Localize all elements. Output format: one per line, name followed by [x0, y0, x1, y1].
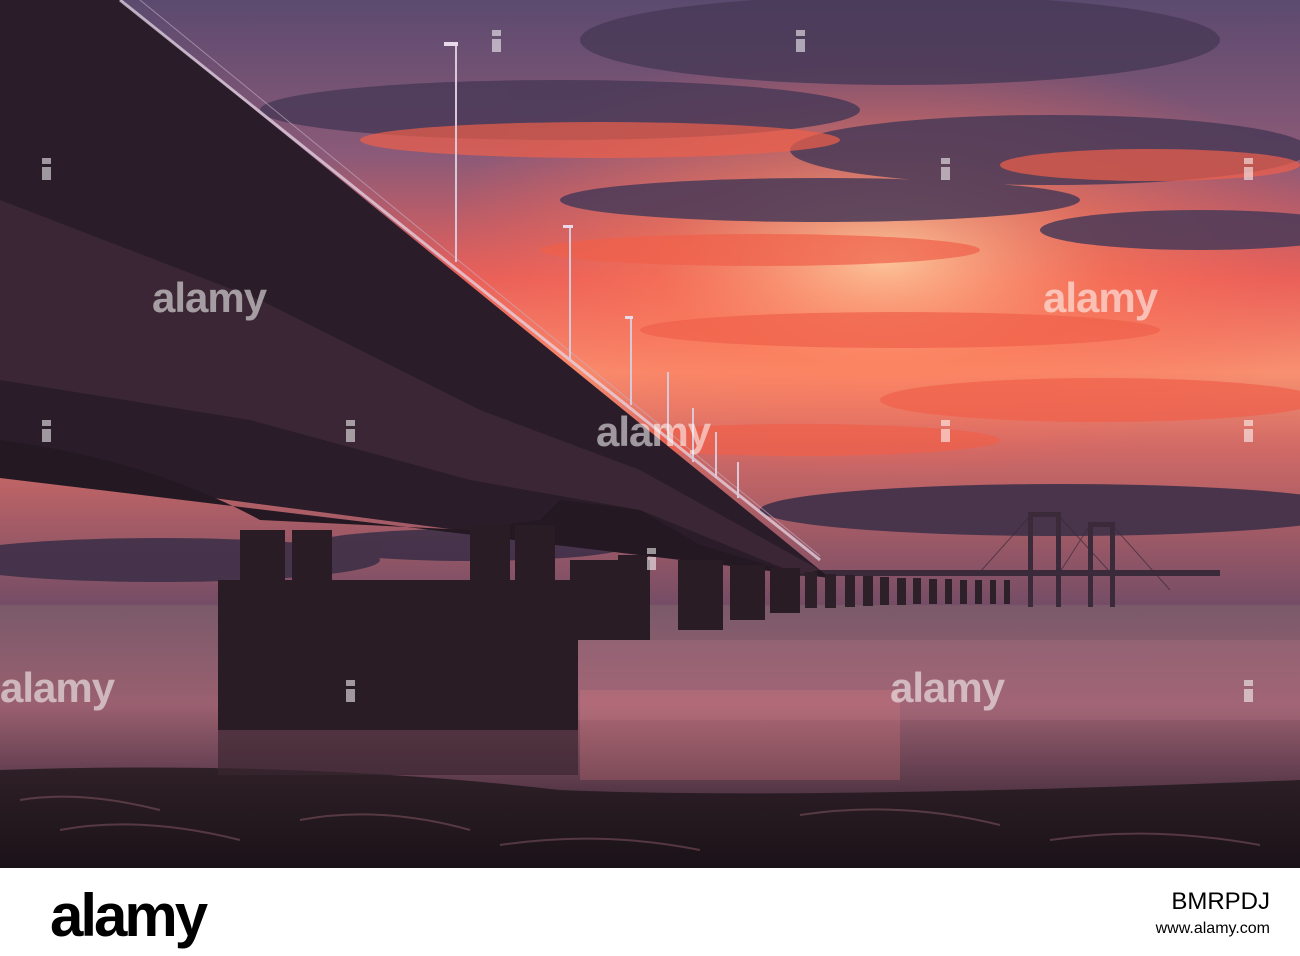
watermark-mark	[1244, 420, 1253, 442]
watermark-text: alamy	[152, 274, 267, 321]
watermark-mark	[42, 158, 51, 180]
photograph: alamy alamy alamy alamy alamy	[0, 0, 1300, 868]
watermark-mark	[1244, 158, 1253, 180]
stock-footer: alamy BMRPDJ www.alamy.com	[0, 868, 1300, 956]
watermark-text: alamy	[0, 664, 115, 711]
watermark-mark	[941, 158, 950, 180]
stock-site-url: www.alamy.com	[1155, 920, 1270, 937]
watermark-text: alamy	[890, 664, 1005, 711]
watermark-mark	[346, 420, 355, 442]
watermark-mark	[941, 420, 950, 442]
watermark-mark	[647, 548, 656, 570]
watermark-mark	[492, 30, 501, 52]
alamy-logo: alamy	[50, 882, 208, 949]
watermark-text: alamy	[596, 408, 711, 455]
watermark-mark	[796, 30, 805, 52]
watermark-mark	[1244, 680, 1253, 702]
watermark-text: alamy	[1043, 274, 1158, 321]
stock-image-id: BMRPDJ	[1171, 888, 1270, 915]
watermark-mark	[42, 420, 51, 442]
watermark-mark	[346, 680, 355, 702]
